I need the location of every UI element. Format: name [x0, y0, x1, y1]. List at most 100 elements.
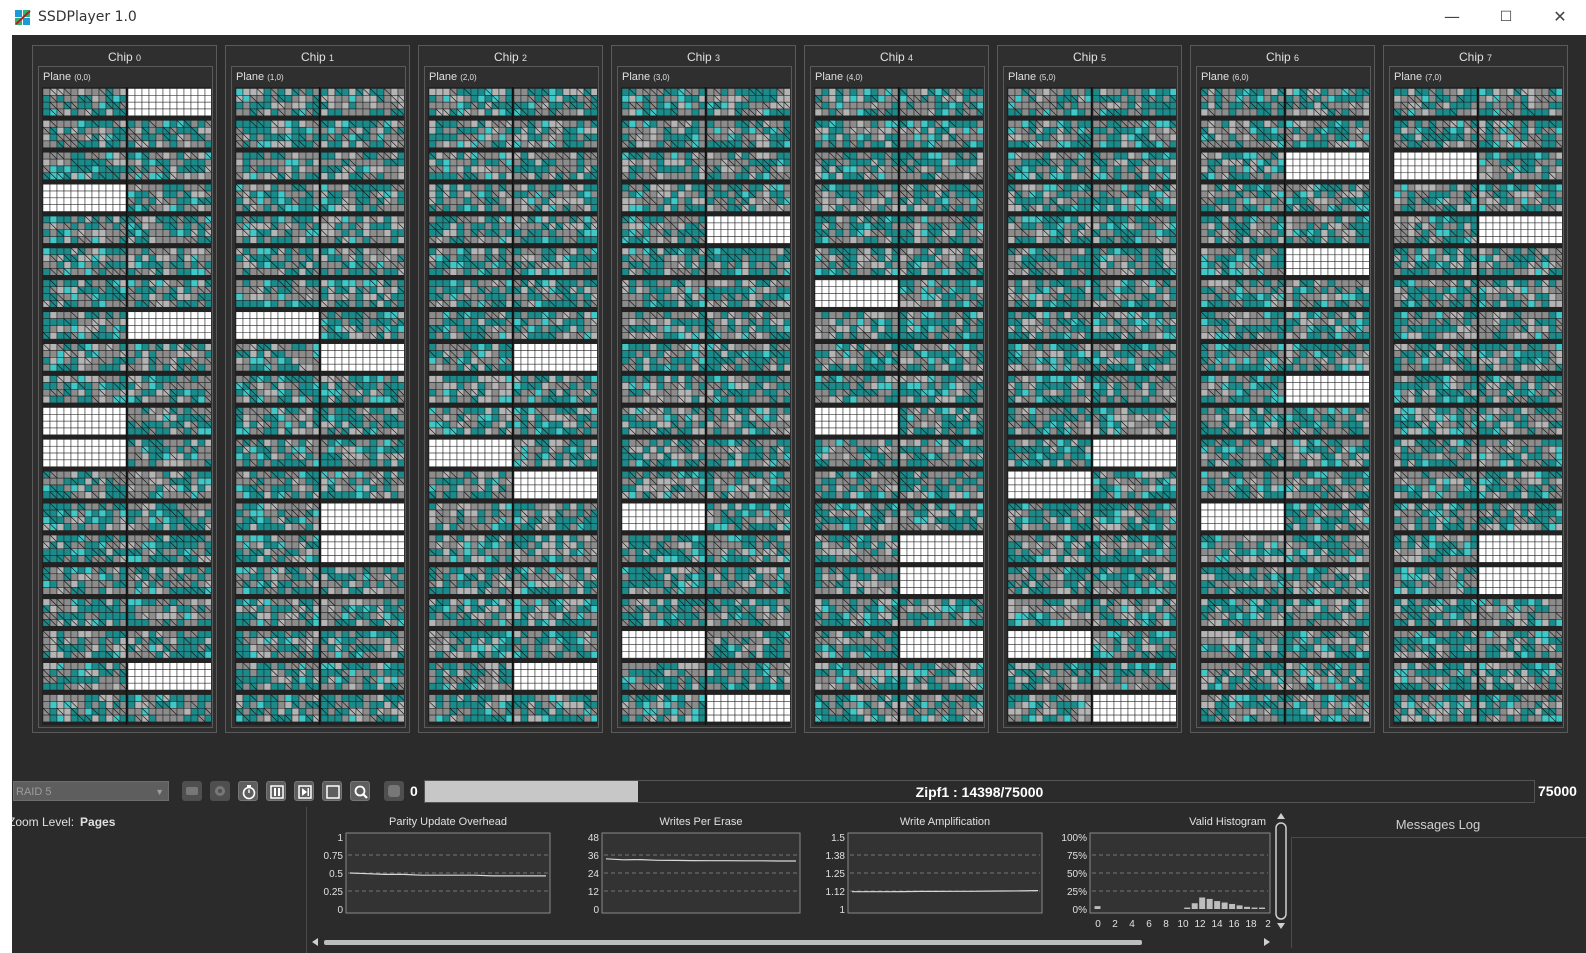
page-cell[interactable]: [190, 350, 199, 358]
page-cell[interactable]: [84, 101, 93, 110]
page-cell[interactable]: [327, 197, 336, 205]
page-cell[interactable]: [183, 293, 192, 301]
page-cell[interactable]: [183, 669, 192, 677]
page-cell[interactable]: [112, 523, 121, 531]
page-cell[interactable]: [148, 126, 157, 135]
erase-block[interactable]: [127, 439, 211, 467]
page-cell[interactable]: [341, 637, 350, 645]
page-cell[interactable]: [334, 363, 343, 372]
page-cell[interactable]: [320, 363, 329, 372]
page-cell[interactable]: [70, 197, 79, 205]
page-cell[interactable]: [112, 222, 121, 231]
page-cell[interactable]: [183, 445, 192, 454]
page-cell[interactable]: [334, 548, 343, 556]
page-cell[interactable]: [284, 254, 293, 262]
page-cell[interactable]: [91, 516, 100, 524]
page-cell[interactable]: [256, 587, 265, 595]
page-cell[interactable]: [49, 555, 58, 563]
page-cell[interactable]: [327, 279, 336, 287]
page-cell[interactable]: [277, 420, 286, 429]
page-cell[interactable]: [134, 286, 143, 294]
page-cell[interactable]: [390, 484, 399, 493]
page-cell[interactable]: [270, 484, 279, 493]
page-cell[interactable]: [376, 126, 385, 135]
page-cell[interactable]: [49, 694, 58, 702]
page-cell[interactable]: [169, 427, 178, 436]
page-cell[interactable]: [291, 541, 300, 549]
page-cell[interactable]: [369, 158, 378, 167]
erase-block[interactable]: [235, 630, 321, 659]
page-cell[interactable]: [197, 236, 206, 244]
page-cell[interactable]: [204, 254, 211, 262]
page-cell[interactable]: [127, 332, 136, 340]
page-cell[interactable]: [190, 541, 199, 549]
page-cell[interactable]: [197, 101, 206, 110]
page-cell[interactable]: [235, 566, 244, 575]
page-cell[interactable]: [348, 190, 357, 199]
page-cell[interactable]: [183, 612, 192, 620]
page-cell[interactable]: [42, 395, 51, 404]
page-cell[interactable]: [369, 152, 378, 160]
page-cell[interactable]: [141, 651, 150, 659]
page-cell[interactable]: [77, 420, 86, 429]
page-cell[interactable]: [327, 357, 336, 365]
page-cell[interactable]: [369, 363, 378, 372]
page-cell[interactable]: [341, 120, 350, 128]
page-cell[interactable]: [277, 88, 286, 96]
page-cell[interactable]: [204, 477, 211, 486]
page-cell[interactable]: [320, 268, 329, 276]
page-cell[interactable]: [348, 279, 357, 287]
page-cell[interactable]: [127, 140, 136, 148]
page-cell[interactable]: [327, 261, 336, 269]
page-cell[interactable]: [70, 183, 79, 192]
page-cell[interactable]: [134, 662, 143, 670]
page-cell[interactable]: [155, 350, 164, 358]
page-cell[interactable]: [197, 172, 206, 180]
page-cell[interactable]: [190, 247, 199, 256]
page-cell[interactable]: [204, 630, 211, 638]
page-cell[interactable]: [242, 311, 251, 319]
page-cell[interactable]: [155, 477, 164, 486]
page-cell[interactable]: [383, 357, 392, 365]
page-cell[interactable]: [63, 357, 72, 365]
page-cell[interactable]: [134, 95, 143, 103]
page-cell[interactable]: [91, 471, 100, 479]
page-cell[interactable]: [112, 676, 121, 684]
page-cell[interactable]: [362, 350, 371, 358]
page-cell[interactable]: [334, 566, 343, 575]
page-cell[interactable]: [56, 502, 65, 511]
page-cell[interactable]: [49, 509, 58, 518]
page-cell[interactable]: [77, 598, 86, 606]
page-cell[interactable]: [390, 165, 399, 174]
page-cell[interactable]: [84, 88, 93, 96]
page-cell[interactable]: [183, 204, 192, 212]
page-cell[interactable]: [298, 414, 307, 422]
page-cell[interactable]: [63, 407, 72, 415]
page-cell[interactable]: [263, 350, 272, 358]
page-cell[interactable]: [190, 190, 199, 199]
page-cell[interactable]: [162, 311, 171, 319]
page-cell[interactable]: [277, 630, 286, 638]
page-cell[interactable]: [362, 343, 371, 351]
page-cell[interactable]: [134, 708, 143, 716]
page-cell[interactable]: [390, 172, 399, 180]
page-cell[interactable]: [77, 222, 86, 231]
page-cell[interactable]: [305, 126, 314, 135]
page-cell[interactable]: [162, 268, 171, 276]
page-cell[interactable]: [397, 459, 404, 467]
page-cell[interactable]: [348, 598, 357, 606]
page-cell[interactable]: [284, 350, 293, 358]
page-cell[interactable]: [327, 215, 336, 224]
page-cell[interactable]: [134, 605, 143, 613]
page-cell[interactable]: [190, 88, 199, 96]
page-cell[interactable]: [397, 566, 404, 575]
page-cell[interactable]: [141, 573, 150, 581]
page-cell[interactable]: [70, 414, 79, 422]
page-cell[interactable]: [320, 172, 329, 180]
page-cell[interactable]: [162, 286, 171, 294]
page-cell[interactable]: [63, 714, 72, 723]
page-cell[interactable]: [383, 414, 392, 422]
page-cell[interactable]: [291, 343, 300, 351]
page-cell[interactable]: [242, 708, 251, 716]
page-cell[interactable]: [355, 363, 364, 372]
